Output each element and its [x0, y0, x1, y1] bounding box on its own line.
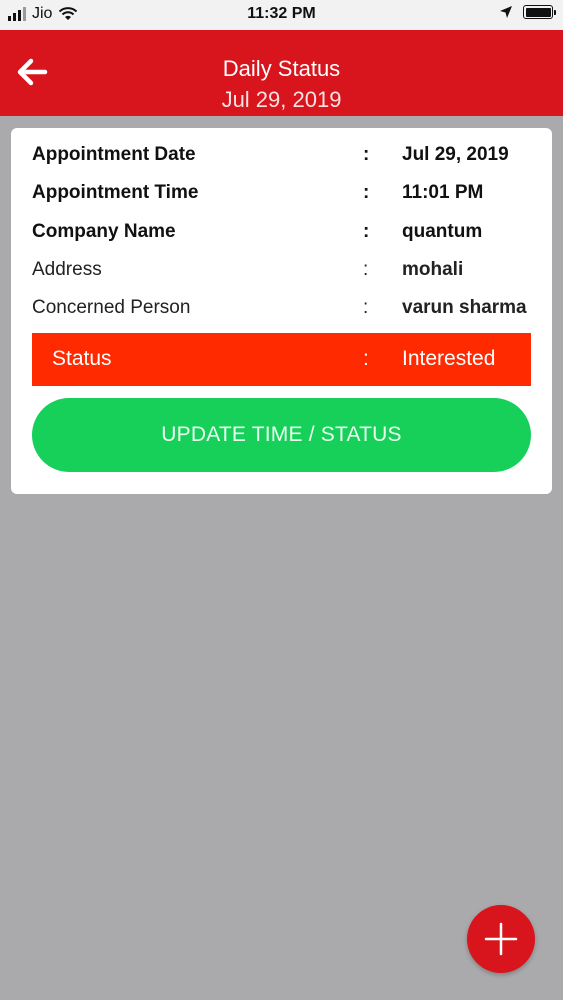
detail-separator: :: [363, 297, 369, 318]
detail-value: varun sharma: [402, 297, 527, 318]
detail-label: Appointment Date: [32, 144, 196, 165]
status-row: Status : Interested: [32, 333, 531, 386]
detail-row-address: Address : mohali: [32, 255, 532, 285]
page-subtitle-date: Jul 29, 2019: [221, 87, 342, 112]
detail-row-concerned-person: Concerned Person : varun sharma: [32, 293, 532, 323]
detail-label: Appointment Time: [32, 182, 199, 203]
detail-row-appointment-date: Appointment Date : Jul 29, 2019: [32, 140, 532, 170]
detail-label: Concerned Person: [32, 297, 191, 318]
battery-icon: [523, 5, 556, 19]
location-arrow-icon: [500, 6, 512, 18]
plus-icon: [484, 922, 518, 956]
detail-value: quantum: [402, 221, 483, 242]
status-separator: :: [363, 347, 369, 370]
detail-value: 11:01 PM: [402, 182, 484, 203]
page-title: Daily Status: [222, 56, 341, 81]
status-bar: Jio 11:32 PM: [0, 0, 563, 30]
status-bar-right: [499, 5, 556, 19]
status-label: Status: [52, 347, 112, 370]
detail-label: Company Name: [32, 221, 176, 242]
detail-label: Address: [32, 259, 102, 280]
detail-separator: :: [363, 182, 370, 203]
detail-separator: :: [363, 144, 370, 165]
appointment-card: Appointment Date : Jul 29, 2019 Appointm…: [11, 128, 552, 494]
detail-separator: :: [363, 221, 370, 242]
add-fab-button[interactable]: [467, 905, 535, 973]
update-time-status-button[interactable]: UPDATE TIME / STATUS: [32, 398, 531, 472]
detail-separator: :: [363, 259, 369, 280]
detail-value: mohali: [402, 259, 464, 280]
detail-row-appointment-time: Appointment Time : 11:01 PM: [32, 178, 532, 208]
header-bar: Daily Status Jul 29, 2019: [0, 30, 563, 116]
status-value: Interested: [402, 347, 496, 370]
clock: 11:32 PM: [247, 5, 316, 22]
detail-value: Jul 29, 2019: [402, 144, 509, 165]
detail-row-company-name: Company Name : quantum: [32, 217, 532, 247]
